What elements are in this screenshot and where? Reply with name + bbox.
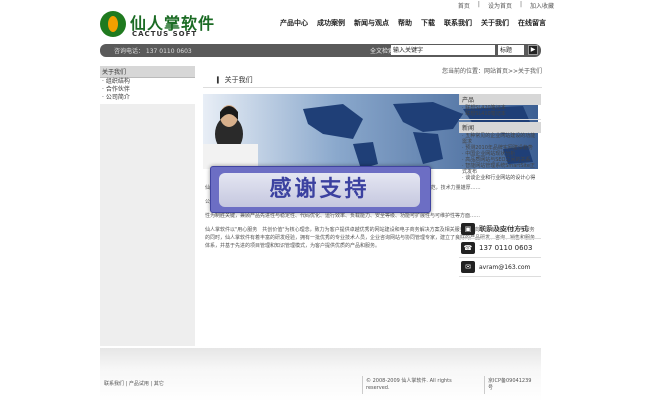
sidebar-item-partners[interactable]: · 合作伙伴 [100, 86, 195, 94]
copyright: © 2008-2009 仙人掌软件. All rights reserved. [366, 378, 452, 391]
sidebar-item-profile[interactable]: · 公司简介 [100, 94, 195, 102]
contact-phone: 137 0110 0603 [479, 244, 533, 252]
news-link[interactable]: · 谈谈企业和行业网站的设计心得 [459, 175, 541, 181]
main-nav: 产品中心 成功案例 新闻与观点 帮助 下载 联系我们 关于我们 在线留言 [280, 18, 546, 28]
thanks-popup[interactable]: 感谢支持 [210, 166, 431, 213]
search-button[interactable]: ▶ [528, 45, 538, 55]
paragraph: 性为制胜关键，兼顾产品先进性与稳定性、代码优化、运行效率、负载能力、安全等级、功… [205, 213, 481, 219]
left-sidebar-title: 关于我们 [100, 66, 195, 78]
footer-links[interactable]: 联系我们 | 产品试用 | 其它 [104, 380, 164, 387]
news-link[interactable]: · 智能网站管理系统SmartSite正式发布 [459, 163, 541, 175]
breadcrumb: 您当前的位置：网站首页>>关于我们 [441, 68, 542, 75]
news-link[interactable]: · 五种常见的企业网站建设的功能需求 [459, 133, 541, 145]
sidebar-item-structure[interactable]: · 组织结构 [100, 78, 195, 86]
nav-about[interactable]: 关于我们 [481, 18, 509, 28]
page-header: 您当前的位置：网站首页>>关于我们 关于我们 [203, 66, 542, 88]
left-sidebar: 关于我们 · 组织结构 · 合作伙伴 · 公司简介 [100, 66, 195, 102]
nav-download[interactable]: 下载 [421, 18, 435, 28]
search-bar: 咨询电话： 137 0110 0603 全文检索 输入关键字 标题 ▶ [100, 44, 541, 57]
payment-icon: ▣ [461, 223, 475, 235]
icp-number: 京ICP备09041239号 [488, 378, 532, 391]
add-favorite-link[interactable]: 加入收藏 [530, 0, 554, 10]
email-icon: ✉ [461, 261, 475, 273]
popup-message: 感谢支持 [269, 177, 370, 202]
home-link[interactable]: 首页 [458, 0, 470, 10]
site-logo[interactable]: 仙人掌软件 CACTUS SOFT [100, 10, 220, 40]
page-title: 关于我们 [217, 75, 253, 85]
contact-title: 联系及支付方式 [479, 225, 528, 233]
nav-news[interactable]: 新闻与观点 [354, 18, 389, 28]
top-links: 首页 | 设为首页 | 加入收藏 [457, 0, 554, 10]
products-title: 产品 [459, 94, 541, 105]
nav-contact[interactable]: 联系我们 [444, 18, 472, 28]
contact-box: ▣ 联系及支付方式 ☎ 137 0110 0603 ✉ avram@163.co… [459, 220, 541, 277]
search-input[interactable]: 输入关键字 [391, 45, 495, 55]
nav-products[interactable]: 产品中心 [280, 18, 308, 28]
logo-en-text: CACTUS SOFT [132, 30, 198, 38]
hotline-text: 咨询电话： 137 0110 0603 [114, 48, 192, 55]
nav-guestbook[interactable]: 在线留言 [518, 18, 546, 28]
phone-icon: ☎ [461, 242, 475, 254]
news-title: 新闻 [459, 122, 541, 133]
set-homepage-link[interactable]: 设为首页 [488, 0, 512, 10]
footer: 联系我们 | 产品试用 | 其它 © 2008-2009 仙人掌软件. All … [100, 348, 541, 402]
popup-panel: 感谢支持 [219, 173, 420, 207]
right-sidebar: 产品 · 联想SL420笔记本 · 联想SL410笔记本 新闻 · 五种常见的企… [459, 94, 541, 181]
nav-help[interactable]: 帮助 [398, 18, 412, 28]
contact-email[interactable]: avram@163.com [479, 264, 530, 271]
cactus-logo-icon [100, 11, 126, 37]
search-scope-select[interactable]: 标题 [498, 45, 524, 55]
nav-cases[interactable]: 成功案例 [317, 18, 345, 28]
product-link[interactable]: · 联想SL410笔记本 [459, 111, 541, 117]
left-sidebar-background [100, 104, 195, 346]
